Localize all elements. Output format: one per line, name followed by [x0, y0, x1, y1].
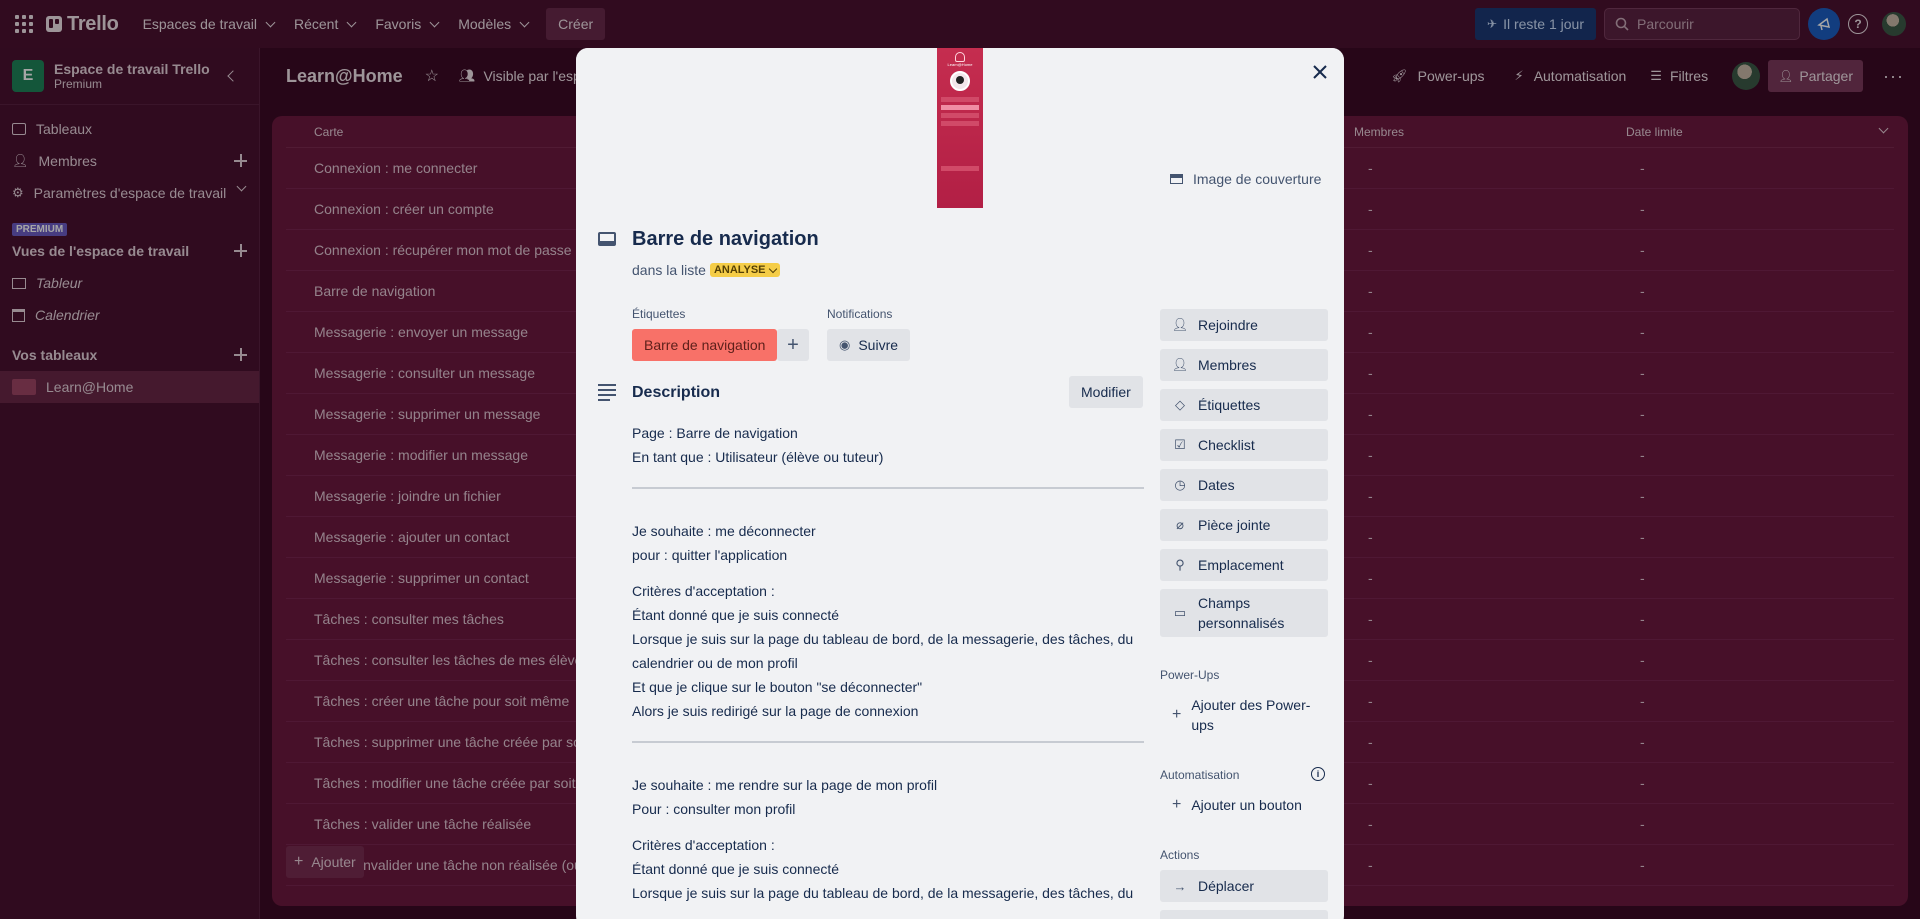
- description-block-4: Je souhaite : me rendre sur la page de m…: [632, 773, 1144, 821]
- description-line: Et que je clique sur le bouton "se décon…: [632, 679, 923, 695]
- cover-nav-item: [941, 105, 979, 110]
- eye-icon: ◉: [839, 337, 851, 352]
- action-label: Pièce jointe: [1198, 517, 1271, 533]
- list-name-badge[interactable]: ANALYSE: [709, 263, 780, 277]
- add-powerups-label: Ajouter des Power-ups: [1191, 697, 1311, 733]
- description-line: Page : Barre de navigation: [632, 425, 798, 441]
- attachment-button[interactable]: ⌀ Pièce jointe: [1160, 509, 1328, 541]
- person-add-icon: 👤︎: [1171, 317, 1189, 332]
- action-label: Checklist: [1198, 437, 1255, 453]
- cover-label: Image de couverture: [1193, 171, 1322, 187]
- description-line: Étant donné que je suis connecté: [632, 607, 840, 623]
- action-label: Étiquettes: [1198, 397, 1261, 413]
- location-button[interactable]: ⚲ Emplacement: [1160, 549, 1328, 581]
- watch-button[interactable]: ◉ Suivre: [827, 329, 911, 361]
- next-action-button[interactable]: [1160, 910, 1328, 919]
- watch-label: Suivre: [858, 337, 899, 353]
- divider: [632, 487, 1144, 489]
- description-line: Je souhaite : me déconnecter: [632, 523, 816, 539]
- move-button[interactable]: → Déplacer: [1160, 870, 1328, 902]
- action-label: Dates: [1198, 477, 1235, 493]
- cover-image-icon: [1170, 174, 1183, 184]
- edit-label: Modifier: [1081, 384, 1131, 400]
- checklist-button[interactable]: ☑ Checklist: [1160, 429, 1328, 461]
- cover-button[interactable]: Image de couverture: [1170, 171, 1321, 187]
- cover-image[interactable]: Learn@Home: [937, 48, 983, 208]
- cover-app-title: Learn@Home: [947, 62, 973, 67]
- dates-button[interactable]: ◷ Dates: [1160, 469, 1328, 501]
- add-button-label: Ajouter un bouton: [1191, 797, 1302, 813]
- plus-icon: +: [1172, 706, 1182, 723]
- description-line: Lorsque je suis sur la page du tableau d…: [632, 885, 1134, 901]
- cover-app-logo-icon: [955, 52, 965, 62]
- join-button[interactable]: 👤︎ Rejoindre: [1160, 309, 1328, 341]
- action-label: Emplacement: [1198, 557, 1284, 573]
- add-label-button[interactable]: +: [777, 329, 809, 361]
- card-title[interactable]: Barre de navigation: [632, 228, 819, 251]
- members-button[interactable]: 👤︎ Membres: [1160, 349, 1328, 381]
- cover-avatar: [950, 71, 970, 91]
- custom-fields-icon: ▭: [1173, 605, 1187, 620]
- divider: [632, 741, 1144, 743]
- close-button[interactable]: [1310, 62, 1330, 82]
- notifications-heading: Notifications: [827, 307, 893, 321]
- plus-icon: +: [1172, 796, 1182, 813]
- description-line: Critères d'acceptation :: [632, 583, 775, 599]
- description-content[interactable]: Page : Barre de navigation En tant que :…: [632, 421, 1144, 905]
- labels-heading: Étiquettes: [632, 307, 686, 321]
- card-detail-modal: Learn@Home Image de couverture Barre de …: [576, 48, 1344, 919]
- description-line: Alors je suis redirigé sur la page de co…: [632, 703, 919, 719]
- action-label: Membres: [1198, 357, 1257, 373]
- labels-button[interactable]: ◇ Étiquettes: [1160, 389, 1328, 421]
- action-label: Rejoindre: [1198, 317, 1258, 333]
- clock-icon: ◷: [1174, 477, 1186, 492]
- description-line: Je souhaite : me rendre sur la page de m…: [632, 777, 938, 793]
- add-automation-button[interactable]: + Ajouter un bouton: [1160, 793, 1328, 817]
- description-line: pour : quitter l'application: [632, 547, 788, 563]
- tag-icon: ◇: [1175, 397, 1185, 412]
- label-chip[interactable]: Barre de navigation: [632, 329, 778, 361]
- description-line: Pour : consulter mon profil: [632, 801, 796, 817]
- arrow-right-icon: →: [1173, 878, 1187, 894]
- list-name: ANALYSE: [713, 264, 766, 276]
- chevron-down-icon: [768, 264, 777, 273]
- description-block-5: Critères d'acceptation : Étant donné que…: [632, 833, 1144, 905]
- paperclip-icon: ⌀: [1176, 517, 1184, 532]
- cover-nav-item: [941, 97, 979, 102]
- checkbox-icon: ☑: [1174, 437, 1186, 452]
- card-icon: [598, 232, 616, 246]
- info-icon[interactable]: i: [1311, 767, 1325, 781]
- edit-description-button[interactable]: Modifier: [1069, 376, 1143, 408]
- card-list-info: dans la liste ANALYSE: [632, 262, 780, 278]
- description-line: Critères d'acceptation :: [632, 837, 775, 853]
- description-line: En tant que : Utilisateur (élève ou tute…: [632, 449, 884, 465]
- close-icon: [1313, 65, 1327, 79]
- description-icon: [598, 384, 616, 401]
- description-line: Lorsque je suis sur la page du tableau d…: [632, 631, 1134, 671]
- action-label: Champs personnalisés: [1198, 595, 1285, 631]
- custom-fields-button[interactable]: ▭ Champs personnalisés: [1160, 589, 1328, 637]
- actions-heading: Actions: [1160, 848, 1200, 862]
- cover-nav-item: [941, 166, 979, 171]
- description-block-3: Critères d'acceptation : Étant donné que…: [632, 579, 1144, 723]
- description-block-2: Je souhaite : me déconnecter pour : quit…: [632, 519, 1144, 567]
- powerups-heading: Power-Ups: [1160, 668, 1220, 682]
- label-chip-text: Barre de navigation: [644, 337, 766, 353]
- action-label: Déplacer: [1198, 878, 1255, 894]
- cover-nav-item: [941, 121, 979, 126]
- automation-heading: Automatisation: [1160, 768, 1240, 782]
- add-powerups-button[interactable]: + Ajouter des Power-ups: [1160, 695, 1328, 735]
- cover-nav-item: [941, 113, 979, 118]
- card-cover: Learn@Home Image de couverture: [576, 48, 1344, 214]
- description-block-1: Page : Barre de navigation En tant que :…: [632, 421, 1144, 469]
- description-line: Étant donné que je suis connecté: [632, 861, 840, 877]
- description-heading: Description: [632, 384, 721, 401]
- person-icon: 👤︎: [1171, 357, 1189, 372]
- location-pin-icon: ⚲: [1175, 557, 1185, 572]
- list-prefix: dans la liste: [632, 262, 706, 278]
